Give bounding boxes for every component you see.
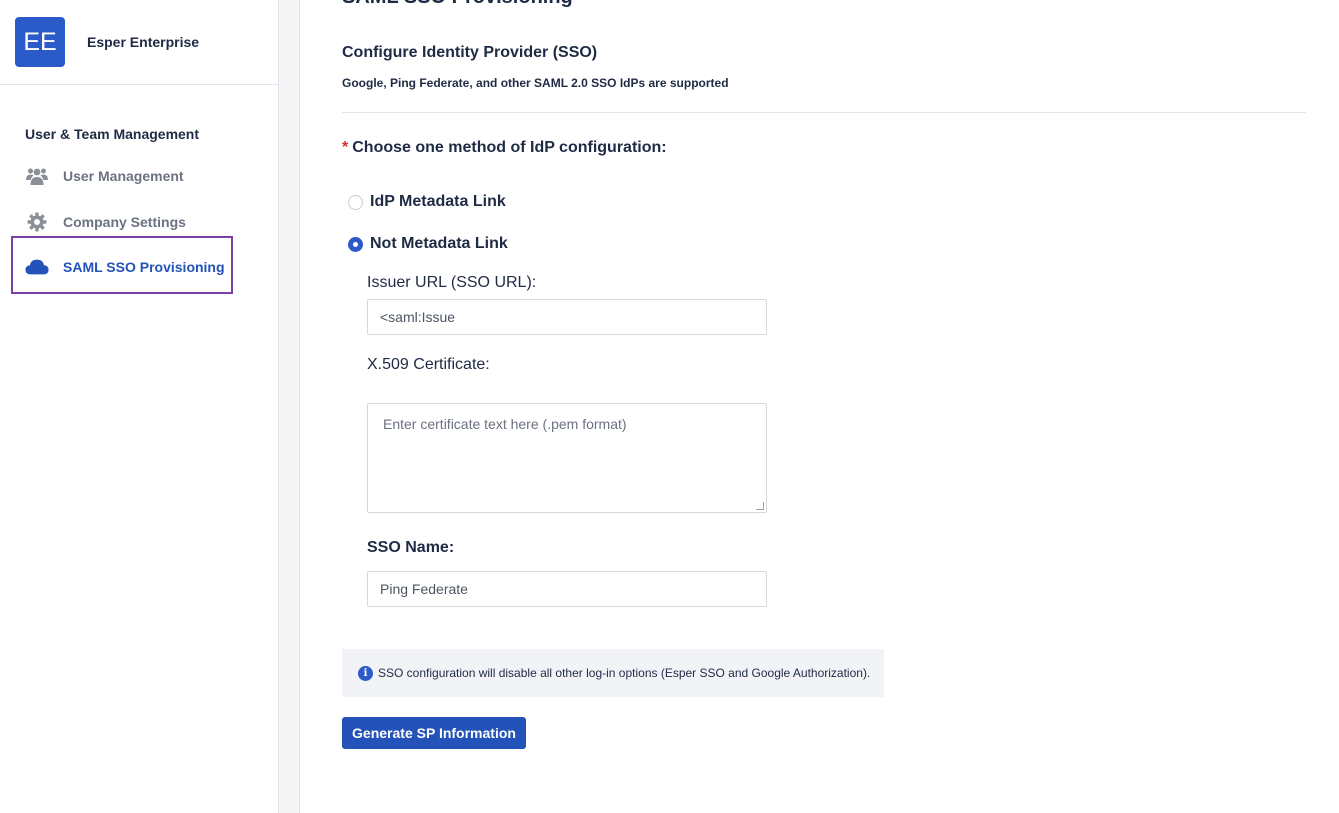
radio-button[interactable] — [348, 194, 363, 210]
main-content: SAML SSO Provisioning Configure Identity… — [299, 0, 1339, 813]
section-subtitle: Google, Ping Federate, and other SAML 2.… — [342, 76, 729, 90]
sso-name-label: SSO Name: — [367, 539, 455, 556]
brand-logo[interactable]: EE — [15, 17, 65, 67]
info-icon: i — [358, 665, 373, 681]
idp-method-label: * Choose one method of IdP configuration: — [342, 139, 667, 157]
sso-name-input[interactable]: Ping Federate — [367, 571, 767, 607]
brand-name[interactable]: Esper Enterprise — [87, 34, 199, 50]
required-mark: * — [342, 139, 349, 156]
info-banner: i SSO configuration will disable all oth… — [342, 649, 884, 697]
idp-method-label-text: Choose one method of IdP configuration: — [352, 139, 667, 156]
brand-header: EE Esper Enterprise — [0, 0, 278, 85]
section-heading: Configure Identity Provider (SSO) — [342, 44, 598, 61]
cloud-icon — [25, 257, 49, 277]
generate-sp-information-button[interactable]: Generate SP Information — [342, 717, 526, 749]
sidebar-item-saml-sso-provisioning[interactable]: SAML SSO Provisioning — [25, 257, 225, 277]
sidebar-item-label: Company Settings — [63, 214, 186, 230]
sidebar-section-title: User & Team Management — [25, 126, 200, 142]
sidebar-item-label: SAML SSO Provisioning — [63, 259, 225, 275]
gear-icon — [25, 212, 49, 232]
issuer-url-label: Issuer URL (SSO URL): — [367, 274, 537, 291]
sidebar: EE Esper Enterprise User & Team Manageme… — [0, 0, 279, 813]
info-text: SSO configuration will disable all other… — [378, 666, 871, 680]
users-icon — [25, 166, 49, 186]
radio-label[interactable]: IdP Metadata Link — [370, 193, 506, 211]
sidebar-item-label: User Management — [63, 168, 184, 184]
issuer-url-input[interactable]: <saml:Issue — [367, 299, 767, 335]
certificate-textarea[interactable]: Enter certificate text here (.pem format… — [367, 403, 767, 513]
page-title: SAML SSO Provisioning — [342, 0, 573, 9]
resize-handle[interactable] — [756, 502, 764, 510]
radio-label[interactable]: Not Metadata Link — [370, 235, 508, 253]
divider — [342, 112, 1306, 113]
certificate-label: X.509 Certificate: — [367, 356, 490, 373]
radio-button-checked[interactable] — [348, 236, 363, 252]
sidebar-item-user-management[interactable]: User Management — [25, 166, 184, 186]
certificate-placeholder: Enter certificate text here (.pem format… — [383, 416, 627, 432]
radio-not-metadata-link[interactable]: Not Metadata Link — [348, 235, 508, 253]
radio-idp-metadata-link[interactable]: IdP Metadata Link — [348, 193, 506, 211]
sidebar-item-company-settings[interactable]: Company Settings — [25, 212, 186, 232]
